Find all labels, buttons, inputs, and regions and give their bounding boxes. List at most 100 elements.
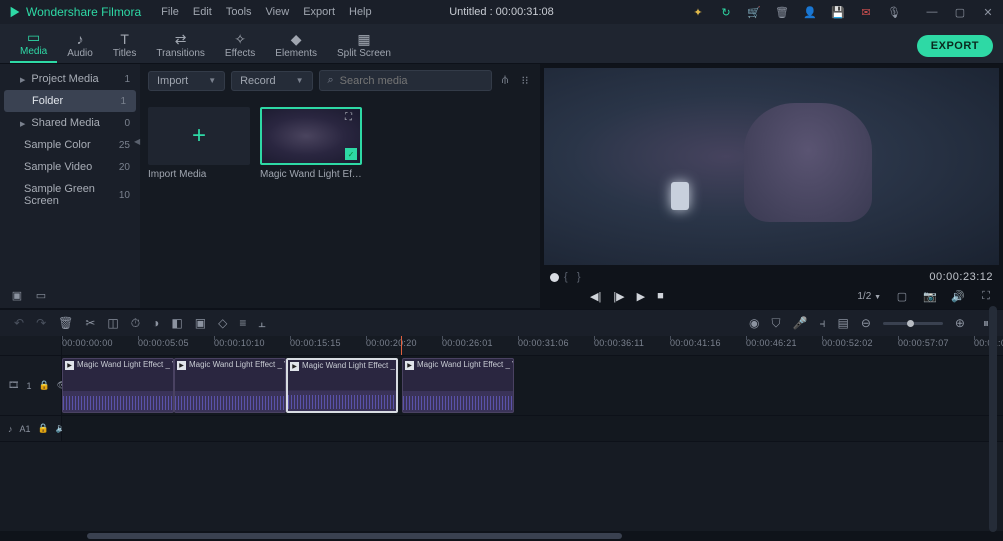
delete-button[interactable]: 🗑 [58, 316, 73, 330]
color-button[interactable]: ◑ [152, 316, 159, 330]
audio-track-header[interactable]: ♪ A1 🔒 🔈 [0, 416, 62, 441]
menu-view[interactable]: View [266, 6, 290, 18]
search-input[interactable]: ⌕ [319, 70, 493, 91]
timeline-clip[interactable]: ▶Magic Wand Light Effect _ V... [174, 358, 286, 413]
timeline-clip-selected[interactable]: ▶Magic Wand Light Effect _ V... [286, 358, 398, 413]
collapse-sidebar-icon[interactable]: ◀ [134, 137, 140, 146]
media-sidebar: ▶Project Media1 Folder1 ▶Shared Media0 S… [0, 64, 140, 308]
close-icon[interactable]: ✕ [981, 5, 995, 19]
zoom-in-button[interactable]: ⊕ [955, 316, 965, 330]
timeline-scrollbar[interactable] [0, 531, 1003, 541]
sidebar-item-sample-color[interactable]: Sample Color25 [0, 134, 140, 156]
ruler-tick: 00:00:15:15 [290, 338, 341, 348]
video-track-header[interactable]: 🎞 1 🔒 👁 [0, 356, 62, 415]
preview-viewport[interactable] [544, 68, 999, 265]
zoom-slider[interactable] [883, 322, 943, 325]
tab-audio[interactable]: ♪Audio [57, 29, 103, 63]
message-icon[interactable]: ✉ [859, 5, 873, 19]
grid-view-icon[interactable]: ⁝⁝ [518, 74, 532, 88]
video-track-body[interactable]: ▶Magic Wand Light Effect _ V... ▶Magic W… [62, 356, 1003, 415]
filter-icon[interactable]: ⫛ [498, 74, 512, 88]
zoom-out-button[interactable]: ⊖ [861, 316, 871, 330]
preview-ratio[interactable]: 1/2 ▼ [857, 291, 881, 302]
sidebar-item-project-media[interactable]: ▶Project Media1 [0, 68, 140, 90]
prev-frame-button[interactable]: ◀| [590, 290, 601, 303]
star-icon[interactable]: ✦ [691, 5, 705, 19]
timeline-ruler[interactable]: 00:00:00:0000:00:05:0500:00:10:1000:00:1… [62, 336, 1003, 355]
chevron-down-icon: ▼ [874, 294, 881, 301]
voiceover-button[interactable]: 🎤 [793, 316, 808, 330]
in-out-brace: { } [564, 271, 581, 283]
minimize-icon[interactable]: — [925, 5, 939, 19]
cart-icon[interactable]: 🛒 [747, 5, 761, 19]
search-icon: ⌕ [328, 74, 334, 87]
menu-edit[interactable]: Edit [193, 6, 212, 18]
speed-button[interactable]: ⏱ [131, 316, 140, 331]
tab-transitions[interactable]: ⇄Transitions [146, 29, 215, 63]
lock-icon[interactable]: 🔒 [38, 380, 49, 391]
timeline-clip[interactable]: ▶Magic Wand Light Effect _ V... [62, 358, 174, 413]
lock-icon[interactable]: 🔒 [38, 423, 49, 434]
play-icon: ▶ [405, 361, 414, 370]
preview-timecode: 00:00:23:12 [929, 271, 993, 283]
sidebar-item-shared-media[interactable]: ▶Shared Media0 [0, 112, 140, 134]
volume-icon[interactable]: 🔊 [951, 289, 965, 303]
tab-media[interactable]: ▭Media [10, 27, 57, 63]
folder-icon[interactable]: ▭ [34, 288, 48, 302]
greenscreen-button[interactable]: ◧ [171, 316, 182, 330]
ruler-tick: 00:00:41:16 [670, 338, 721, 348]
maximize-icon[interactable]: ▢ [953, 5, 967, 19]
play-icon: ▶ [65, 361, 74, 370]
play-button[interactable]: ▶ [637, 290, 645, 303]
tab-elements[interactable]: ◆Elements [265, 29, 327, 63]
save-icon[interactable]: 💾 [831, 5, 845, 19]
new-folder-icon[interactable]: ▣ [10, 288, 24, 302]
mic-icon[interactable]: 🎙 [887, 5, 901, 19]
redo-button[interactable]: ↷ [36, 316, 46, 330]
tab-splitscreen[interactable]: ▦Split Screen [327, 29, 401, 63]
transition-icon: ⇄ [175, 31, 187, 47]
snapshot-icon[interactable]: 📷 [923, 289, 937, 303]
mixer-button[interactable]: ⫞ [820, 316, 826, 331]
play-back-button[interactable]: |▶ [613, 290, 624, 303]
audio-track-body[interactable] [62, 416, 1003, 441]
video-track: 🎞 1 🔒 👁 ▶Magic Wand Light Effect _ V... … [0, 356, 1003, 416]
sidebar-item-folder[interactable]: Folder1 [4, 90, 136, 112]
crop-button[interactable]: ◫ [107, 316, 118, 330]
user-icon[interactable]: 👤 [803, 5, 817, 19]
import-media-tile[interactable]: + Import Media [148, 107, 250, 180]
import-dropdown[interactable]: Import▼ [148, 71, 225, 91]
trash-icon[interactable]: 🗑 [775, 5, 789, 19]
timeline-clip[interactable]: ▶Magic Wand Light Effect _ V... [402, 358, 514, 413]
menu-file[interactable]: File [161, 6, 179, 18]
record-button[interactable]: ◉ [749, 316, 759, 330]
check-icon: ✓ [345, 148, 357, 160]
playhead[interactable] [401, 336, 402, 355]
display-icon[interactable]: ▢ [895, 289, 909, 303]
tab-effects[interactable]: ✧Effects [215, 29, 265, 63]
sidebar-item-sample-green[interactable]: Sample Green Screen10 [0, 178, 140, 212]
export-button[interactable]: EXPORT [917, 35, 993, 57]
sidebar-item-sample-video[interactable]: Sample Video20 [0, 156, 140, 178]
refresh-icon[interactable]: ↻ [719, 5, 733, 19]
tab-titles[interactable]: TTitles [103, 29, 147, 63]
fullscreen-icon[interactable]: ⛶ [979, 289, 993, 303]
shield-icon[interactable]: ⛉ [772, 316, 781, 331]
list-button[interactable]: ≡ [239, 316, 246, 330]
media-clip-tile[interactable]: ⛶ ✓ Magic Wand Light Effec... [260, 107, 362, 180]
menu-help[interactable]: Help [349, 6, 372, 18]
tracks-button[interactable]: ▤ [838, 316, 849, 330]
menubar: File Edit Tools View Export Help [161, 6, 371, 18]
sparkle-icon: ✧ [234, 31, 246, 47]
timeline-vscroll[interactable] [989, 306, 997, 532]
record-dropdown[interactable]: Record▼ [231, 71, 312, 91]
menu-tools[interactable]: Tools [226, 6, 252, 18]
stop-button[interactable]: ■ [657, 290, 664, 303]
menu-export[interactable]: Export [303, 6, 335, 18]
marker-button[interactable]: ⫠ [258, 316, 265, 331]
keyframe-button[interactable]: ◇ [218, 316, 227, 330]
audio-icon: ♪ [77, 31, 84, 47]
undo-button[interactable]: ↶ [14, 316, 24, 330]
cut-button[interactable]: ✂ [85, 316, 95, 330]
render-button[interactable]: ▣ [195, 316, 206, 330]
